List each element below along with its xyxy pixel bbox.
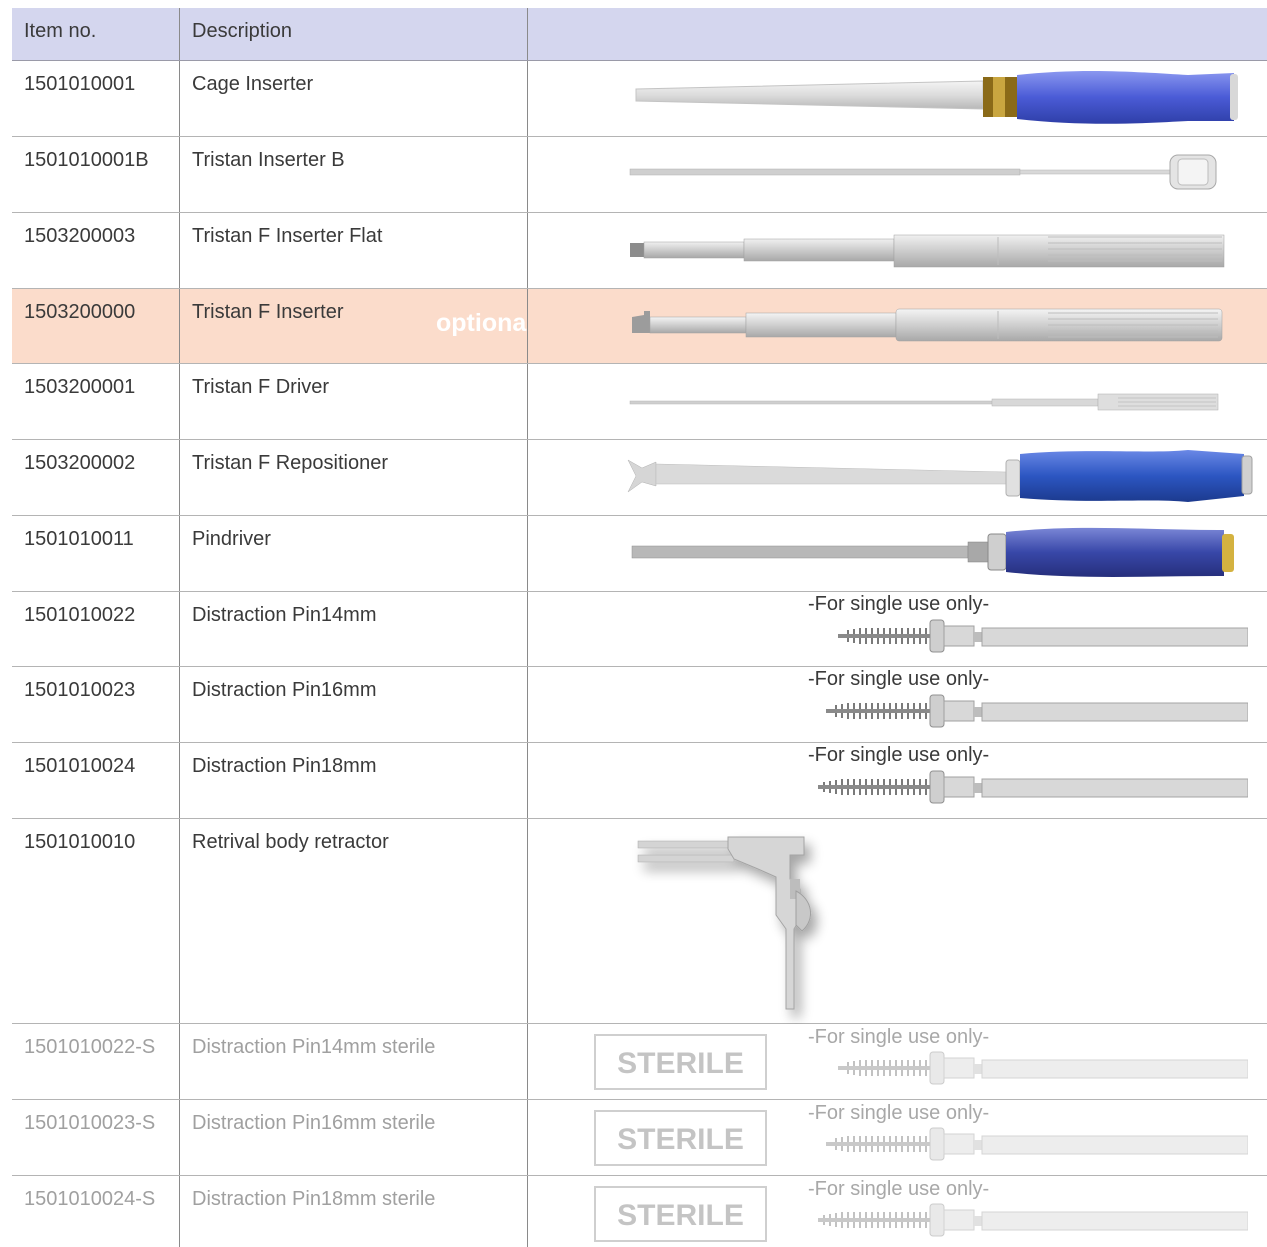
item-no-cell: 1501010024	[12, 743, 180, 819]
image-cell	[528, 213, 1267, 289]
description-cell: Distraction Pin14mm sterile	[180, 1024, 528, 1100]
table-row-sterile: 1501010022-S Distraction Pin14mm sterile…	[12, 1024, 1267, 1100]
tristan-f-driver-image	[528, 364, 1267, 440]
single-use-note: -For single use only-	[808, 1102, 989, 1125]
distraction-pin-image	[818, 1048, 1248, 1094]
table-row: 1503200002 Tristan F Repositioner	[12, 440, 1267, 516]
image-cell	[528, 819, 1267, 1024]
item-no-cell: 1503200003	[12, 213, 180, 289]
table-row: 1501010001 Cage Inserter	[12, 61, 1267, 137]
sterile-badge: STERILE	[594, 1110, 767, 1166]
image-cell: -For single use only-	[528, 743, 1267, 819]
description-cell: Distraction Pin16mm	[180, 667, 528, 743]
table-row-sterile: 1501010023-S Distraction Pin16mm sterile…	[12, 1100, 1267, 1176]
tristan-f-inserter-image	[528, 289, 1267, 364]
table-row: 1501010011 Pindriver	[12, 516, 1267, 592]
item-no-cell: 1503200000	[12, 289, 180, 364]
item-no-cell: 1503200001	[12, 364, 180, 440]
item-no-cell: 1501010023-S	[12, 1100, 180, 1176]
image-cell	[528, 440, 1267, 516]
tristan-f-repositioner-image	[528, 440, 1267, 516]
sterile-badge: STERILE	[594, 1034, 767, 1090]
single-use-note: -For single use only-	[808, 744, 989, 767]
item-no-cell: 1501010024-S	[12, 1176, 180, 1247]
distraction-pin-image	[818, 691, 1248, 737]
image-cell	[528, 516, 1267, 592]
pindriver-image	[528, 516, 1267, 592]
description-cell: Distraction Pin16mm sterile	[180, 1100, 528, 1176]
tristan-f-inserter-flat-image	[528, 213, 1267, 289]
item-no-cell: 1501010022	[12, 592, 180, 667]
table-row: 1503200001 Tristan F Driver	[12, 364, 1267, 440]
distraction-pin-image	[818, 616, 1248, 662]
table-row: 1501010022 Distraction Pin14mm -For sing…	[12, 592, 1267, 667]
single-use-note: -For single use only-	[808, 668, 989, 691]
distraction-pin-image	[818, 1200, 1248, 1246]
image-cell: -For single use only-	[528, 592, 1267, 667]
distraction-pin-image	[818, 1124, 1248, 1170]
header-description: Description	[180, 8, 528, 61]
single-use-note: -For single use only-	[808, 1178, 989, 1201]
image-cell	[528, 61, 1267, 137]
header-item-no: Item no.	[12, 8, 180, 61]
table-row: 1501010023 Distraction Pin16mm -For sing…	[12, 667, 1267, 743]
table-row: 1501010024 Distraction Pin18mm -For sing…	[12, 743, 1267, 819]
cage-inserter-image	[528, 61, 1267, 137]
image-cell: -For single use only-	[528, 667, 1267, 743]
image-cell	[528, 364, 1267, 440]
item-no-cell: 1501010023	[12, 667, 180, 743]
item-no-cell: 1501010022-S	[12, 1024, 180, 1100]
table-header-row: Item no. Description	[12, 8, 1267, 61]
optional-label: optional	[436, 309, 533, 338]
image-cell	[528, 289, 1267, 364]
description-cell: Tristan F Inserter Flat	[180, 213, 528, 289]
image-cell: STERILE -For single use only-	[528, 1100, 1267, 1176]
item-no-cell: 1501010010	[12, 819, 180, 1024]
table-row: 1503200003 Tristan F Inserter Flat	[12, 213, 1267, 289]
single-use-note: -For single use only-	[808, 1026, 989, 1049]
description-cell: Distraction Pin18mm	[180, 743, 528, 819]
item-no-cell: 1501010011	[12, 516, 180, 592]
image-cell: STERILE -For single use only-	[528, 1024, 1267, 1100]
single-use-note: -For single use only-	[808, 593, 989, 616]
description-cell: Tristan F Repositioner	[180, 440, 528, 516]
table-row-sterile: 1501010024-S Distraction Pin18mm sterile…	[12, 1176, 1267, 1247]
sterile-badge: STERILE	[594, 1186, 767, 1242]
distraction-pin-image	[818, 767, 1248, 813]
description-cell: Distraction Pin14mm	[180, 592, 528, 667]
header-image	[528, 8, 1267, 61]
table-row: 1501010010 Retrival body retractor	[12, 819, 1267, 1024]
tristan-inserter-b-image	[528, 137, 1267, 213]
description-cell: Tristan F Driver	[180, 364, 528, 440]
description-cell: Retrival body retractor	[180, 819, 528, 1024]
image-cell: STERILE -For single use only-	[528, 1176, 1267, 1247]
table-row-optional: 1503200000 Tristan F Inserter optional	[12, 289, 1267, 364]
item-no-cell: 1501010001	[12, 61, 180, 137]
item-no-cell: 1501010001B	[12, 137, 180, 213]
description-cell: Distraction Pin18mm sterile	[180, 1176, 528, 1247]
image-cell	[528, 137, 1267, 213]
description-cell: Pindriver	[180, 516, 528, 592]
description-cell: Tristan Inserter B	[180, 137, 528, 213]
retractor-image	[528, 819, 1267, 1024]
item-no-cell: 1503200002	[12, 440, 180, 516]
description-cell: Cage Inserter	[180, 61, 528, 137]
description-cell: Tristan F Inserter optional	[180, 289, 528, 364]
instrument-table: Item no. Description 1501010001 Cage Ins…	[12, 8, 1267, 1247]
table-row: 1501010001B Tristan Inserter B	[12, 137, 1267, 213]
